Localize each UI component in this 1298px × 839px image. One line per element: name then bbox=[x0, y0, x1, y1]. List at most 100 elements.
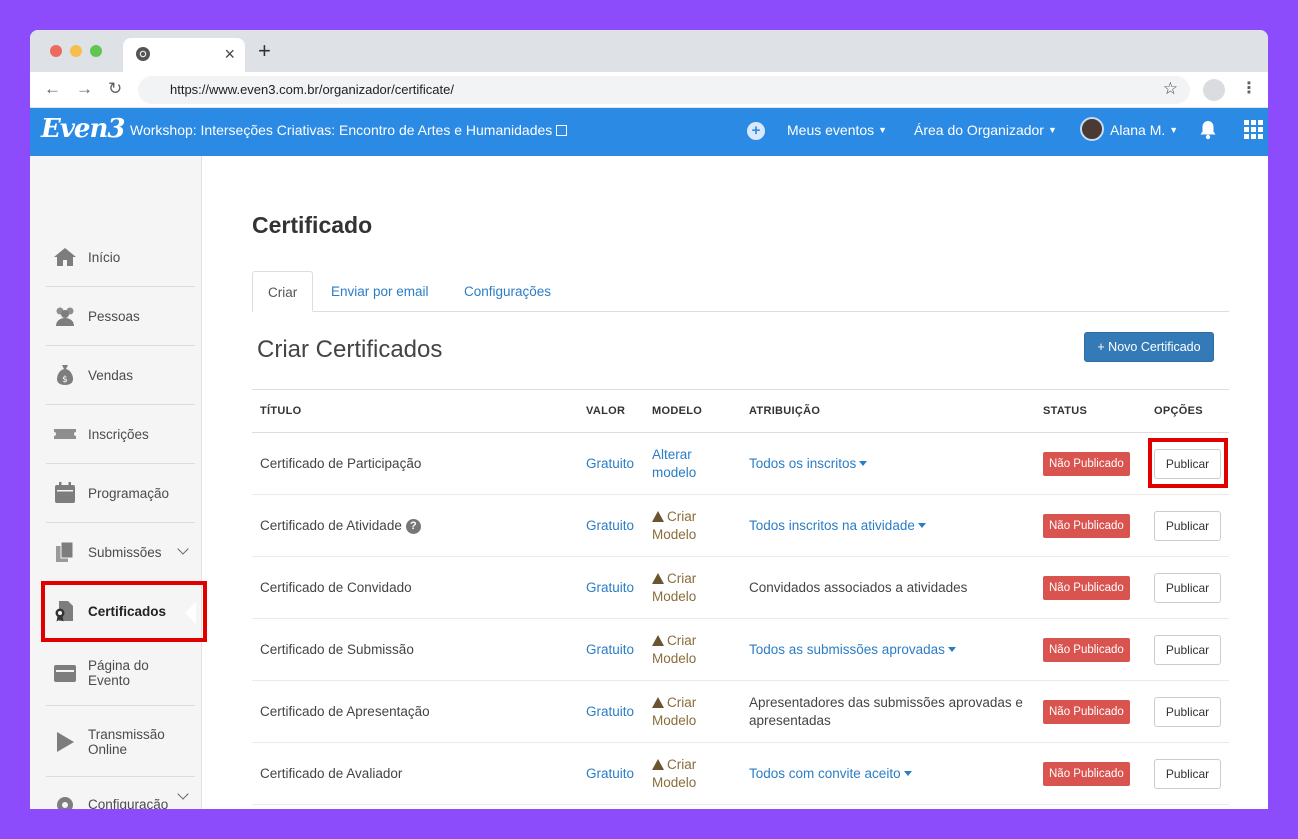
sidebar-item-label: Início bbox=[88, 249, 121, 265]
tab-bar: Criar Enviar por email Configurações bbox=[252, 271, 1229, 312]
caret-down-icon: ▼ bbox=[1169, 125, 1179, 135]
attribution-dropdown[interactable]: Todos inscritos na atividade bbox=[741, 494, 1035, 557]
bookmark-star-icon[interactable]: ☆ bbox=[1163, 79, 1178, 99]
profile-icon[interactable] bbox=[1203, 79, 1225, 101]
price-link[interactable]: Gratuito bbox=[578, 494, 644, 557]
my-events-menu[interactable]: Meus eventos ▼ bbox=[787, 122, 887, 138]
close-window-button[interactable] bbox=[50, 45, 62, 57]
event-title: Workshop: Interseções Criativas: Encontr… bbox=[130, 122, 553, 138]
warning-icon bbox=[652, 634, 664, 646]
attribution-dropdown[interactable]: Todos com convite aceito bbox=[741, 742, 1035, 805]
new-tab-icon[interactable]: + bbox=[258, 39, 271, 63]
browser-window: × + ← → ↻ https://www.even3.com.br/organ… bbox=[30, 30, 1268, 809]
sidebar-item-submissoes[interactable]: Submissões bbox=[46, 523, 195, 582]
sidebar-item-programacao[interactable]: Programação bbox=[46, 464, 195, 523]
status-badge: Não Publicado bbox=[1043, 761, 1130, 786]
sidebar-item-transmissao-online[interactable]: Transmissão Online bbox=[46, 707, 195, 777]
back-icon[interactable]: ← bbox=[44, 79, 61, 99]
create-model-link[interactable]: Criar Modelo bbox=[644, 494, 741, 557]
user-menu[interactable]: Alana M. ▼ bbox=[1110, 122, 1178, 138]
publish-button[interactable]: Publicar bbox=[1154, 696, 1221, 727]
reload-icon[interactable]: ↻ bbox=[108, 79, 122, 99]
add-circle-icon[interactable]: + bbox=[747, 122, 765, 140]
play-icon bbox=[57, 731, 74, 752]
sidebar-item-label: Página do Evento bbox=[88, 658, 149, 688]
publish-button[interactable]: Publicar bbox=[1154, 634, 1221, 665]
tab-enviar-por-email[interactable]: Enviar por email bbox=[316, 271, 444, 312]
sidebar-item-inicio[interactable]: Início bbox=[46, 228, 195, 287]
status-badge: Não Publicado bbox=[1043, 575, 1130, 600]
change-model-link[interactable]: Alterar modelo bbox=[644, 432, 741, 495]
price-link[interactable]: Gratuito bbox=[578, 742, 644, 805]
price-link[interactable]: Gratuito bbox=[578, 680, 644, 743]
more-menu-icon[interactable]: ⋮ bbox=[1241, 78, 1257, 100]
minimize-window-button[interactable] bbox=[70, 45, 82, 57]
sidebar-item-pessoas[interactable]: Pessoas bbox=[46, 287, 195, 346]
address-bar[interactable]: https://www.even3.com.br/organizador/cer… bbox=[138, 76, 1190, 104]
tab-criar[interactable]: Criar bbox=[252, 271, 314, 312]
caret-down-icon bbox=[947, 646, 956, 652]
help-icon[interactable]: ? bbox=[405, 518, 421, 534]
attribution-label: Todos as submissões aprovadas bbox=[749, 641, 945, 657]
attribution-label: Todos os inscritos bbox=[749, 455, 857, 471]
certificate-title: Certificado de Submissão bbox=[252, 618, 578, 681]
model-label-wrap: Criar Modelo bbox=[652, 570, 707, 606]
attribution-text: Apresentadores das submissões aprovadas … bbox=[741, 680, 1035, 743]
publish-button[interactable]: Publicar bbox=[1154, 510, 1221, 541]
caret-down-icon bbox=[903, 770, 912, 776]
caret-down-icon: ▼ bbox=[878, 125, 888, 135]
organizer-area-menu[interactable]: Área do Organizador ▼ bbox=[914, 122, 1057, 138]
forward-icon[interactable]: → bbox=[76, 79, 93, 99]
create-model-link[interactable]: Criar Modelo bbox=[644, 556, 741, 619]
url-text: https://www.even3.com.br/organizador/cer… bbox=[170, 82, 454, 97]
publish-button[interactable]: Publicar bbox=[1154, 758, 1221, 789]
my-events-label: Meus eventos bbox=[787, 122, 875, 138]
price-link[interactable]: Gratuito bbox=[578, 432, 644, 495]
sidebar-item-inscricoes[interactable]: Inscrições bbox=[46, 405, 195, 464]
home-icon bbox=[54, 248, 76, 266]
warning-icon bbox=[652, 696, 664, 708]
sidebar-item-pagina-do-evento[interactable]: Página do Evento bbox=[46, 641, 195, 706]
browser-tab[interactable]: × bbox=[123, 38, 245, 72]
chevron-down-icon[interactable] bbox=[177, 788, 189, 800]
publish-button[interactable]: Publicar bbox=[1154, 572, 1221, 603]
tab-configuracoes[interactable]: Configurações bbox=[449, 271, 566, 312]
options-cell: Publicar bbox=[1146, 618, 1229, 681]
organizer-area-label: Área do Organizador bbox=[914, 122, 1044, 138]
attribution-dropdown[interactable]: Todos os inscritos bbox=[741, 432, 1035, 495]
model-label-wrap: Criar Modelo bbox=[652, 694, 707, 730]
model-label-wrap: Criar Modelo bbox=[652, 632, 707, 668]
certificate-title: Certificado de Apresentação bbox=[252, 680, 578, 743]
close-tab-icon[interactable]: × bbox=[224, 44, 235, 64]
column-header-atribuicao: ATRIBUIÇÃO bbox=[741, 389, 1035, 433]
status-cell: Não Publicado bbox=[1035, 432, 1146, 495]
maximize-window-button[interactable] bbox=[90, 45, 102, 57]
event-title-link[interactable]: Workshop: Interseções Criativas: Encontr… bbox=[130, 122, 568, 138]
sidebar-item-vendas[interactable]: $ Vendas bbox=[46, 346, 195, 405]
sidebar-item-configuracao[interactable]: Configuração bbox=[46, 782, 195, 809]
avatar[interactable] bbox=[1080, 117, 1104, 141]
price-link[interactable]: Gratuito bbox=[578, 618, 644, 681]
tab-strip: × + bbox=[30, 30, 1268, 72]
sidebar-item-label: Pessoas bbox=[88, 308, 140, 324]
bell-icon[interactable] bbox=[1199, 120, 1217, 140]
status-cell: Não Publicado bbox=[1035, 742, 1146, 805]
sidebar-item-label: Programação bbox=[88, 485, 170, 501]
create-model-link[interactable]: Criar Modelo bbox=[644, 618, 741, 681]
app-header: Even3 Workshop: Interseções Criativas: E… bbox=[30, 108, 1268, 156]
attribution-dropdown[interactable]: Todos as submissões aprovadas bbox=[741, 618, 1035, 681]
chevron-down-icon[interactable] bbox=[177, 543, 189, 555]
create-model-link[interactable]: Criar Modelo bbox=[644, 680, 741, 743]
create-model-link[interactable]: Criar Modelo bbox=[644, 742, 741, 805]
table-row: Certificado de Submissão Gratuito Criar … bbox=[252, 618, 1229, 681]
status-badge: Não Publicado bbox=[1043, 637, 1130, 662]
column-header-modelo: MODELO bbox=[644, 389, 741, 433]
price-link[interactable]: Gratuito bbox=[578, 556, 644, 619]
apps-grid-icon[interactable] bbox=[1244, 120, 1263, 139]
certificate-title: Certificado de Participação bbox=[252, 432, 578, 495]
even3-logo[interactable]: Even3 bbox=[41, 114, 125, 144]
sidebar-item-label: Transmissão Online bbox=[88, 726, 165, 757]
certificate-title: Certificado de Avaliador bbox=[252, 742, 578, 805]
attribution-label: Todos inscritos na atividade bbox=[749, 517, 915, 533]
new-certificate-button[interactable]: + Novo Certificado bbox=[1084, 332, 1214, 362]
